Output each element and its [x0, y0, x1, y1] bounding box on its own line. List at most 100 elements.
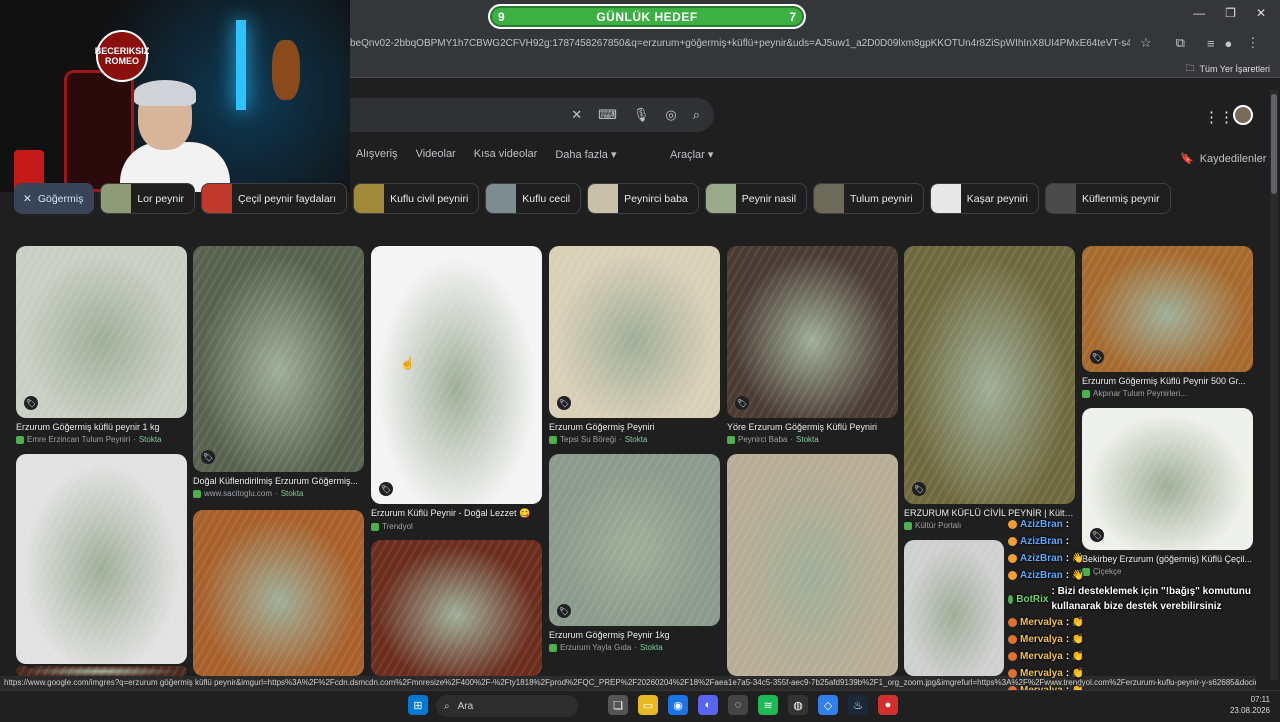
result-thumbnail[interactable] [16, 454, 187, 664]
image-result-card[interactable] [371, 540, 542, 676]
steam-icon[interactable]: ♨ [848, 695, 868, 715]
start-icon[interactable]: ⊞ [408, 695, 428, 715]
result-thumbnail[interactable]: 🏷 [904, 246, 1075, 504]
result-source[interactable]: Akpınar Tulum Peynirleri... [1082, 389, 1253, 398]
chip-remove-icon[interactable]: ✕ [23, 193, 32, 205]
result-thumbnail[interactable] [193, 510, 364, 676]
result-thumbnail[interactable]: 🏷 [549, 246, 720, 418]
chat-username[interactable]: AzizBran [1020, 553, 1063, 564]
chat-username[interactable]: BotRix [1016, 592, 1048, 607]
result-thumbnail[interactable] [727, 454, 898, 676]
result-source[interactable]: Emre Erzincan Tulum Peyniri · Stokta [16, 435, 187, 444]
extensions-icon[interactable]: ⧉ [1176, 35, 1185, 51]
chip-9[interactable]: Küflenmiş peynir [1044, 183, 1171, 214]
chip-4[interactable]: Kuflu cecil [485, 183, 582, 214]
chrome-icon[interactable]: ◉ [668, 695, 688, 715]
result-source[interactable]: Peynirci Baba · Stokta [727, 435, 898, 444]
image-result-card[interactable]: 🏷 Erzurum Küflü Peynir - Doğal Lezzet 😋 Tr… [371, 246, 542, 531]
all-bookmarks[interactable]: 🗀 Tüm Yer İşaretleri [1185, 61, 1270, 77]
result-thumbnail[interactable]: 🏷 [1082, 246, 1253, 372]
task-view-icon[interactable]: ❏ [608, 695, 628, 715]
saved-button[interactable]: 🔖 Kaydedilenler [1180, 152, 1266, 166]
search-icon[interactable]: ⌕ [693, 107, 700, 123]
chip-7[interactable]: Tulum peyniri [813, 183, 924, 214]
result-title[interactable]: Erzurum Göğermiş küflü peynir 1 kg [16, 422, 187, 432]
tab-shopping[interactable]: Alışveriş [356, 148, 398, 161]
app2-icon[interactable]: ◇ [818, 695, 838, 715]
image-result-card[interactable] [904, 540, 1004, 676]
lens-icon[interactable]: ◎ [665, 107, 676, 123]
media-icon[interactable]: ≡ [1207, 36, 1215, 51]
tools-button[interactable]: Araçlar ▾ [670, 148, 713, 161]
app3-icon[interactable]: ● [878, 695, 898, 715]
image-result-card[interactable] [193, 510, 364, 676]
star-icon[interactable]: ☆ [1140, 35, 1152, 51]
result-thumbnail[interactable]: 🏷 [549, 454, 720, 626]
close-icon[interactable]: ✕ [1256, 6, 1266, 20]
chip-5[interactable]: Peynirci baba [587, 183, 699, 214]
system-tray-clock[interactable]: 07:11 23.08.2026 [1230, 694, 1270, 716]
image-result-card[interactable]: 🏷 Yöre Erzurum Göğermiş Küflü Peyniri Peyn… [727, 246, 898, 444]
result-title[interactable]: Erzurum Küflü Peynir - Doğal Lezzet 😋 [371, 508, 542, 519]
image-result-card[interactable]: 🏷 ERZURUM KÜFLÜ CİVİL PEYNİR | Kültür... K… [904, 246, 1075, 530]
spotify-icon[interactable]: ≋ [758, 695, 778, 715]
clear-icon[interactable]: ✕ [571, 107, 582, 123]
image-result-card[interactable] [727, 454, 898, 676]
result-source[interactable]: www.sacitoglu.com · Stokta [193, 489, 364, 498]
result-title[interactable]: Erzurum Göğermiş Peyniri [549, 422, 720, 432]
avatar[interactable] [1233, 105, 1253, 125]
result-title[interactable]: Erzurum Göğermiş Küflü Peynir 500 Gr... [1082, 376, 1253, 386]
scrollbar[interactable] [1270, 90, 1278, 680]
image-result-card[interactable]: 🏷 Erzurum Göğermiş Küflü Peynir 500 Gr...… [1082, 246, 1253, 398]
keyboard-icon[interactable]: ⌨ [598, 107, 617, 123]
image-result-card[interactable]: 🏷 Erzurum Göğermiş Peynir 1kg Erzurum Yayl… [549, 454, 720, 652]
chip-3[interactable]: Kuflu civil peyniri [353, 183, 480, 214]
chat-username[interactable]: AzizBran [1020, 570, 1063, 581]
result-thumbnail[interactable] [904, 540, 1004, 676]
chat-username[interactable]: AzizBran [1020, 536, 1063, 547]
result-thumbnail[interactable] [371, 540, 542, 676]
address-bar-url[interactable]: beQnv02-2bbqOBPMY1h7CBWG2CFVH92g:1787458… [350, 38, 1130, 49]
result-thumbnail[interactable]: 🏷 [727, 246, 898, 418]
tab-more[interactable]: Daha fazla ▾ [555, 148, 616, 161]
app-icon[interactable]: ◌ [728, 695, 748, 715]
tab-videos[interactable]: Videolar [416, 148, 456, 161]
discord-icon[interactable]: ◐ [698, 695, 718, 715]
result-title[interactable]: Doğal Küflendirilmiş Erzurum Göğermiş... [193, 476, 364, 486]
result-source[interactable]: Tepsi Su Böreği · Stokta [549, 435, 720, 444]
file-explorer-icon[interactable]: ▭ [638, 695, 658, 715]
tab-short-videos[interactable]: Kısa videolar [474, 148, 538, 161]
apps-grid-icon[interactable]: ⋮⋮ [1204, 108, 1234, 126]
search-box[interactable]: ✕ ⌨ 🎙 ◎ ⌕ [350, 98, 714, 132]
chat-username[interactable]: Mervalya [1020, 617, 1063, 628]
result-source[interactable]: Trendyol [371, 522, 542, 531]
image-result-card[interactable]: 🏷 Doğal Küflendirilmiş Erzurum Göğermiş..… [193, 246, 364, 498]
result-title[interactable]: Erzurum Göğermiş Peynir 1kg [549, 630, 720, 640]
chat-username[interactable]: AzizBran [1020, 519, 1063, 530]
chat-username[interactable]: Mervalya [1020, 668, 1063, 679]
result-source[interactable]: Erzurum Yayla Gıda · Stokta [549, 643, 720, 652]
chat-username[interactable]: Mervalya [1020, 651, 1063, 662]
maximize-icon[interactable]: ❐ [1225, 6, 1236, 20]
minimize-icon[interactable]: — [1193, 6, 1205, 20]
bookmark-icon: 🔖 [1180, 153, 1194, 165]
result-thumbnail[interactable]: 🏷 [371, 246, 542, 504]
chip-2[interactable]: Çeçil peynir faydaları [201, 183, 348, 214]
result-thumbnail[interactable]: 🏷 [16, 666, 187, 676]
result-thumbnail[interactable]: 🏷 [16, 246, 187, 418]
image-result-card[interactable]: 🏷 Erzurum Göğermiş Peyniri Tepsi Su Böreği… [549, 246, 720, 444]
result-title[interactable]: Yöre Erzurum Göğermiş Küflü Peyniri [727, 422, 898, 432]
chip-1[interactable]: Lor peynir [100, 183, 196, 214]
mic-icon[interactable]: 🎙 [633, 107, 650, 123]
result-thumbnail[interactable]: 🏷 [193, 246, 364, 472]
chat-username[interactable]: Mervalya [1020, 634, 1063, 645]
profile-icon[interactable]: ● [1225, 36, 1233, 51]
obs-icon[interactable]: ◍ [788, 695, 808, 715]
chip-6[interactable]: Peynir nasil [704, 183, 808, 214]
menu-icon[interactable]: ⋮ [1246, 35, 1259, 51]
taskbar-search[interactable]: ⌕ Ara [436, 695, 578, 717]
chip-8[interactable]: Kaşar peyniri [929, 183, 1039, 214]
chip-0[interactable]: ✕ Göğermiş [14, 183, 95, 214]
image-result-card[interactable]: 🏷 Erzurum Göğermiş küflü peynir 1 kg Emre … [16, 246, 187, 444]
image-result-card[interactable] [16, 454, 187, 664]
